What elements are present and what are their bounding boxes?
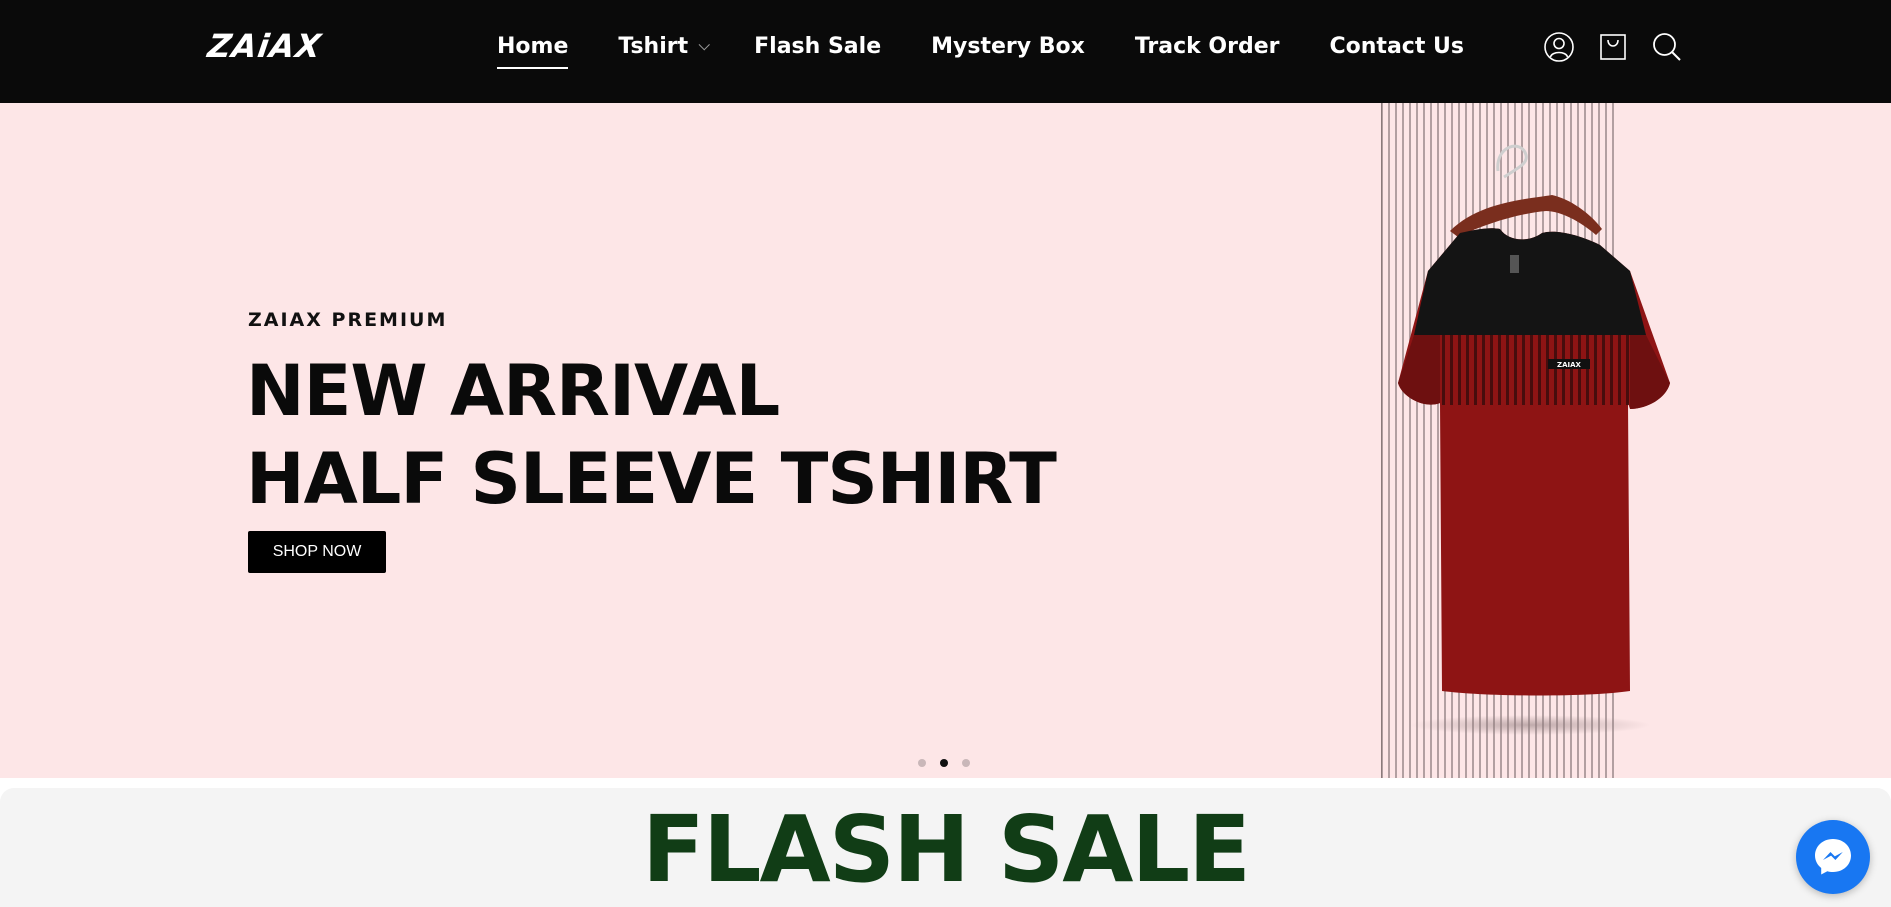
hero-kicker: ZAIAX PREMIUM <box>248 309 448 331</box>
nav-mystery-box[interactable]: Mystery Box <box>931 33 1085 61</box>
nav-contact-us[interactable]: Contact Us <box>1330 33 1464 61</box>
search-icon[interactable] <box>1651 31 1683 63</box>
chevron-down-icon <box>698 38 711 50</box>
nav-track-order[interactable]: Track Order <box>1135 33 1280 61</box>
tshirt-product-image: ZAIAX <box>1380 103 1670 778</box>
nav-flash-sale[interactable]: Flash Sale <box>754 33 881 61</box>
messenger-chat-button[interactable] <box>1796 820 1870 894</box>
nav-home[interactable]: Home <box>497 33 569 69</box>
hero-headline: NEW ARRIVAL HALF SLEEVE TSHIRT <box>246 347 1057 523</box>
shop-now-button[interactable]: SHOP NOW <box>248 531 386 573</box>
flash-sale-section: FLASH SALE <box>0 788 1891 907</box>
carousel-dot-1[interactable] <box>918 759 926 767</box>
logo[interactable]: ZAiAX <box>205 27 324 65</box>
carousel-dot-2[interactable] <box>940 759 948 767</box>
user-icon[interactable] <box>1543 31 1575 63</box>
cart-icon[interactable] <box>1597 31 1629 63</box>
nav-tshirt[interactable]: Tshirt <box>618 33 711 61</box>
headline-line-1: NEW ARRIVAL <box>246 350 780 432</box>
tshirt-badge-text: ZAIAX <box>1557 361 1582 369</box>
carousel-dot-3[interactable] <box>962 759 970 767</box>
site-header: ZAiAX Home Tshirt Flash Sale Mystery Box… <box>0 0 1891 103</box>
hero-banner: ZAIAX PREMIUM NEW ARRIVAL HALF SLEEVE TS… <box>0 103 1891 778</box>
main-nav: Home Tshirt Flash Sale Mystery Box Track… <box>497 0 1514 93</box>
carousel-dots <box>918 759 970 767</box>
flash-sale-title: FLASH SALE <box>642 796 1251 903</box>
messenger-icon <box>1815 839 1851 875</box>
headline-line-2: HALF SLEEVE TSHIRT <box>246 438 1057 520</box>
